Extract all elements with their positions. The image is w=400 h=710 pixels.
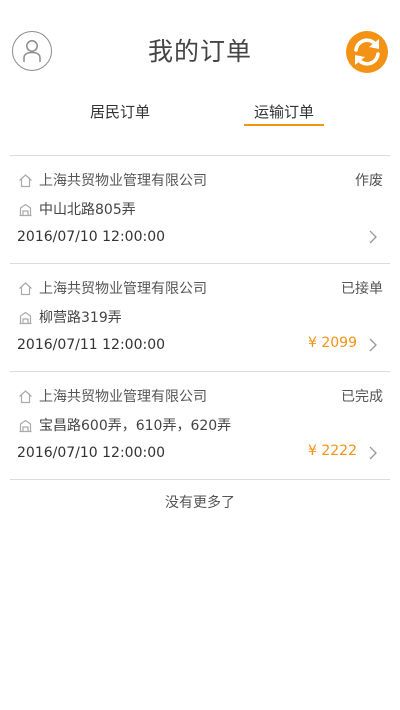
order-list: 上海共贸物业管理有限公司 作废 中山北路805弄 2016/07/10 12:0… <box>0 155 400 512</box>
refresh-button[interactable] <box>344 29 390 75</box>
active-tab-indicator <box>244 124 324 126</box>
chevron-right-icon <box>369 338 377 352</box>
header: 我的订单 <box>0 0 400 100</box>
refresh-icon <box>346 31 388 73</box>
order-address: 柳营路319弄 <box>39 310 122 326</box>
order-address-row: 柳营路319弄 <box>17 307 383 327</box>
home-icon <box>17 388 33 404</box>
order-company-row: 上海共贸物业管理有限公司 已完成 <box>17 386 383 406</box>
order-item[interactable]: 上海共贸物业管理有限公司 已完成 宝昌路600弄，610弄，620弄 2016/… <box>0 372 400 479</box>
order-datetime: 2016/07/10 12:00:00 <box>17 445 166 461</box>
order-datetime: 2016/07/10 12:00:00 <box>17 229 166 245</box>
order-status: 作废 <box>355 173 383 189</box>
order-status: 已完成 <box>341 389 383 405</box>
order-address-row: 宝昌路600弄，610弄，620弄 <box>17 415 383 435</box>
order-company: 上海共贸物业管理有限公司 <box>39 173 207 189</box>
no-more-text: 没有更多了 <box>165 495 235 511</box>
order-company: 上海共贸物业管理有限公司 <box>39 389 207 405</box>
order-company-row: 上海共贸物业管理有限公司 作废 <box>17 170 383 190</box>
app-root: 我的订单 居民订单 运输订单 上海共贸物业管理有限公司 作废 中山北路805弄 … <box>0 0 400 710</box>
order-price: ¥ 2222 <box>308 443 357 459</box>
order-item[interactable]: 上海共贸物业管理有限公司 作废 中山北路805弄 2016/07/10 12:0… <box>0 156 400 263</box>
page-title: 我的订单 <box>147 37 252 66</box>
order-datetime: 2016/07/11 12:00:00 <box>17 337 166 353</box>
home-icon <box>17 280 33 296</box>
order-date-row: 2016/07/10 12:00:00 <box>17 227 383 247</box>
order-type-tabs: 居民订单 运输订单 <box>0 100 400 132</box>
order-item[interactable]: 上海共贸物业管理有限公司 已接单 柳营路319弄 2016/07/11 12:0… <box>0 264 400 371</box>
order-price: ¥ 2099 <box>308 335 357 351</box>
order-company: 上海共贸物业管理有限公司 <box>39 281 207 297</box>
building-icon <box>17 201 33 217</box>
building-icon <box>17 309 33 325</box>
order-company-row: 上海共贸物业管理有限公司 已接单 <box>17 278 383 298</box>
chevron-right-icon <box>369 446 377 460</box>
tab-resident-orders[interactable]: 居民订单 <box>80 100 160 130</box>
order-date-row: 2016/07/10 12:00:00 ¥ 2222 <box>17 443 383 463</box>
divider <box>10 479 390 480</box>
order-address-row: 中山北路805弄 <box>17 199 383 219</box>
order-date-row: 2016/07/11 12:00:00 ¥ 2099 <box>17 335 383 355</box>
order-address: 宝昌路600弄，610弄，620弄 <box>39 418 232 434</box>
building-icon <box>17 417 33 433</box>
chevron-right-icon <box>369 230 377 244</box>
order-address: 中山北路805弄 <box>39 202 136 218</box>
order-status: 已接单 <box>341 281 383 297</box>
home-icon <box>17 172 33 188</box>
